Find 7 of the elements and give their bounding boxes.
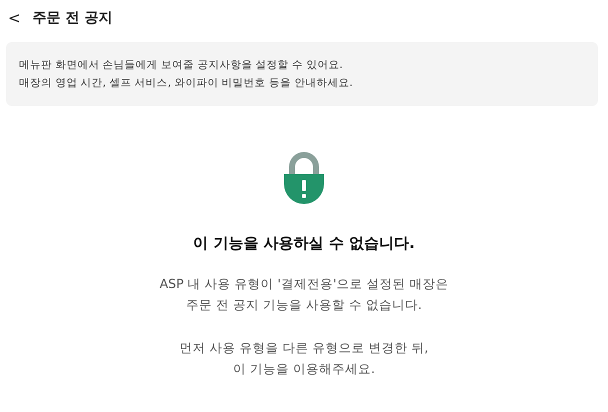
- notice-title: 이 기능을 사용하실 수 없습니다.: [193, 233, 415, 254]
- info-text: 메뉴판 화면에서 손님들에게 보여줄 공지사항을 설정할 수 있어요. 매장의 영업 시간, 셀프 서비스, 와이파이 비밀번호 등을 안내하세요.: [19, 58, 354, 91]
- back-button[interactable]: <: [8, 10, 21, 26]
- lock-icon: [281, 150, 327, 206]
- notice-paragraph: 먼저 사용 유형을 다른 유형으로 변경한 뒤, 이 기능을 이용해주세요.: [178, 338, 430, 378]
- page-title: 주문 전 공지: [32, 8, 112, 28]
- notice-paragraph: ASP 내 사용 유형이 '결제전용'으로 설정된 매장은 주문 전 공지 기능을 사용할 수 없습니다.: [160, 274, 448, 314]
